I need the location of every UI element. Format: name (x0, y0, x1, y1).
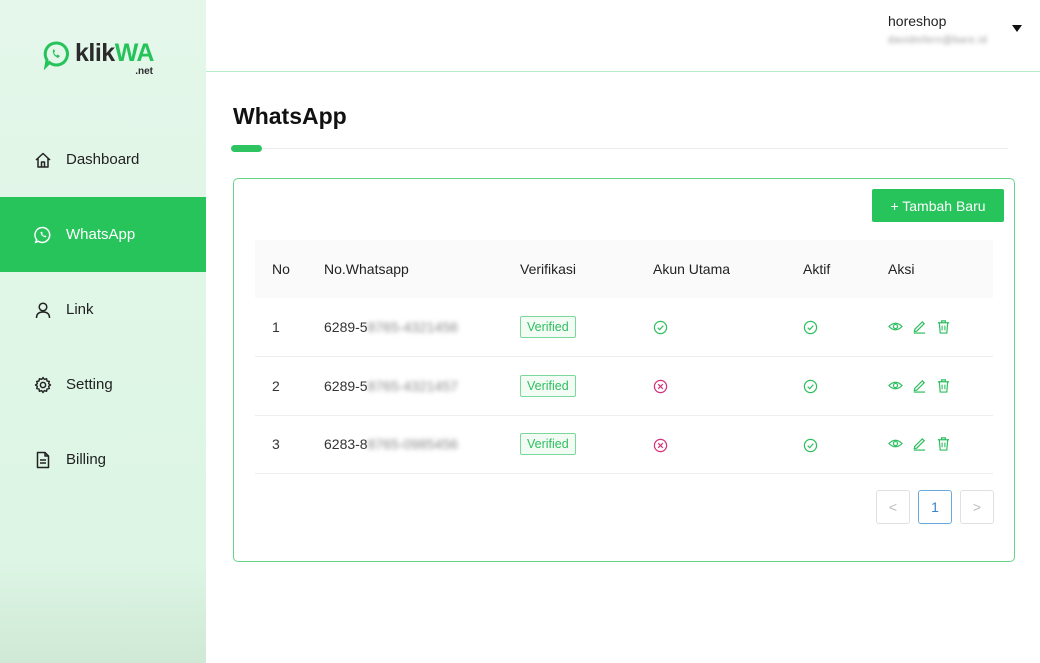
edit-icon[interactable] (912, 436, 929, 453)
user-menu[interactable]: horeshop davidmfern@bare.id (888, 13, 987, 46)
edit-icon[interactable] (912, 319, 929, 336)
row-actions (888, 298, 993, 357)
view-icon[interactable] (888, 378, 905, 395)
pagination-prev-button[interactable]: < (876, 490, 910, 524)
x-circle-icon (653, 438, 668, 452)
sidebar-nav: Dashboard WhatsApp Link Setting Billing (0, 122, 206, 497)
delete-icon[interactable] (936, 319, 953, 336)
check-circle-icon (653, 321, 668, 335)
sidebar-item-billing[interactable]: Billing (0, 422, 206, 497)
title-divider (232, 148, 1008, 149)
row-no: 3 (272, 436, 280, 453)
pagination-page-1[interactable]: 1 (918, 490, 952, 524)
column-header-verification: Verifikasi (520, 261, 577, 277)
column-header-number: No.Whatsapp (324, 261, 409, 277)
row-number: 6283-88765-0985456 (324, 415, 520, 474)
number-hidden: 8765-4321456 (367, 319, 458, 335)
whatsapp-table: No No.Whatsapp Verifikasi Akun Utama Akt… (255, 240, 993, 474)
sidebar-item-setting[interactable]: Setting (0, 347, 206, 422)
gear-icon (34, 376, 52, 394)
sidebar-item-label: Setting (66, 376, 113, 393)
verified-badge: Verified (520, 374, 576, 397)
pagination-next-button[interactable]: > (960, 490, 994, 524)
brand-logo[interactable]: klikWA .net (42, 38, 155, 77)
column-header-no: No (272, 261, 290, 277)
document-icon (34, 451, 52, 469)
column-header-main-account: Akun Utama (653, 261, 731, 277)
table-row: 2 6289-58765-4321457 Verified (255, 357, 993, 416)
number-hidden: 8765-4321457 (367, 377, 458, 394)
number-prefix: 6283-8 (324, 436, 368, 453)
delete-icon[interactable] (936, 436, 953, 453)
sidebar-item-link[interactable]: Link (0, 272, 206, 347)
column-header-actions: Aksi (888, 261, 915, 277)
sidebar-item-label: Link (66, 301, 94, 318)
delete-icon[interactable] (936, 378, 953, 395)
sidebar: klikWA .net Dashboard WhatsApp Link Sett… (0, 0, 206, 663)
sidebar-item-label: Billing (66, 451, 107, 468)
table-header-row: No No.Whatsapp Verifikasi Akun Utama Akt… (255, 240, 993, 298)
whatsapp-card: + Tambah Baru No No.Whatsapp Verifikasi … (233, 178, 1015, 562)
row-no: 2 (272, 377, 280, 394)
sidebar-item-dashboard[interactable]: Dashboard (0, 122, 206, 197)
page-title: WhatsApp (233, 103, 347, 129)
chat-bubble-icon (43, 41, 69, 70)
edit-icon[interactable] (912, 378, 929, 395)
number-prefix: 6289-5 (324, 319, 368, 335)
number-hidden: 8765-0985456 (367, 436, 458, 453)
home-icon (34, 151, 52, 169)
top-header: horeshop davidmfern@bare.id (206, 0, 1040, 72)
verified-badge: Verified (520, 433, 576, 456)
add-new-button[interactable]: + Tambah Baru (872, 189, 1004, 222)
user-icon (34, 301, 52, 319)
brand-suffix: .net (135, 66, 153, 77)
check-circle-icon (803, 438, 818, 452)
row-number: 6289-58765-4321457 (324, 357, 520, 416)
whatsapp-icon (34, 226, 52, 244)
view-icon[interactable] (888, 319, 905, 336)
row-no: 1 (272, 319, 280, 335)
sidebar-item-label: Dashboard (66, 151, 140, 168)
row-number: 6289-58765-4321456 (324, 298, 520, 357)
caret-down-icon[interactable] (1012, 25, 1022, 32)
check-circle-icon (803, 379, 818, 394)
table-row: 3 6283-88765-0985456 Verified (255, 415, 993, 474)
number-prefix: 6289-5 (324, 377, 368, 394)
x-circle-icon (653, 379, 668, 394)
user-email: davidmfern@bare.id (888, 35, 988, 46)
row-actions (888, 415, 993, 474)
view-icon[interactable] (888, 436, 905, 453)
sidebar-item-label: WhatsApp (66, 226, 136, 243)
table-row: 1 6289-58765-4321456 Verified (255, 298, 993, 357)
brand-name-part2: WA (114, 39, 155, 67)
check-circle-icon (803, 321, 818, 335)
sidebar-item-whatsapp[interactable]: WhatsApp (0, 197, 206, 272)
brand-name-part1: klik (75, 39, 115, 67)
row-actions (888, 357, 993, 416)
user-name: horeshop (888, 13, 947, 29)
column-header-active: Aktif (803, 261, 831, 277)
verified-badge: Verified (520, 316, 576, 338)
title-accent-bar (231, 145, 262, 152)
